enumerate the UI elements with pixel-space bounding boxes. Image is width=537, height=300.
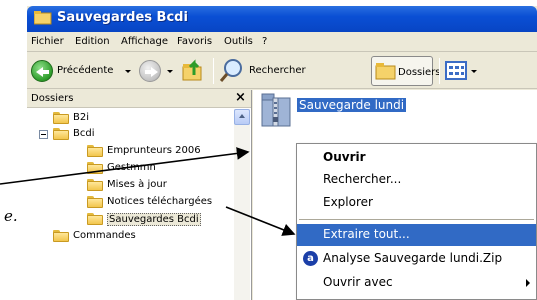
menu-item-open-with[interactable]: Ouvrir avec [297, 272, 536, 294]
chevron-down-icon[interactable] [125, 70, 131, 73]
menu-outils[interactable]: Outils [224, 36, 253, 47]
up-folder-button[interactable] [181, 57, 207, 85]
menu-affichage[interactable]: Affichage [121, 36, 168, 47]
views-button[interactable] [445, 57, 481, 85]
menu-item-label: Explorer [323, 195, 373, 209]
tree-item-label: Commandes [73, 230, 136, 241]
tree-item-label: Notices téléchargées [107, 196, 213, 207]
file-name-label[interactable]: Sauvegarde lundi [297, 98, 407, 112]
back-button[interactable]: Précédente [31, 57, 135, 85]
toolbar: Précédente Rechercher Dossiers [27, 53, 537, 89]
page-text-fragment: e. [4, 207, 18, 225]
menu-item-label: Ouvrir [323, 150, 366, 164]
menu-separator [299, 219, 534, 220]
menu-item-search[interactable]: Rechercher... [297, 169, 536, 191]
close-icon[interactable]: × [235, 90, 246, 105]
search-label: Rechercher [249, 65, 306, 76]
tree-scrollbar[interactable] [234, 109, 250, 300]
scroll-up-button[interactable] [234, 109, 250, 125]
tree-item-label: Bcdi [73, 128, 95, 139]
tree-item-label: Sauvegardes Bcdi [107, 213, 201, 226]
search-icon [219, 59, 242, 82]
toolbar-separator [439, 58, 440, 84]
menu-item-explore[interactable]: Explorer [297, 192, 536, 214]
folder-icon [53, 112, 69, 124]
folder-icon [375, 63, 396, 80]
toolbar-separator [213, 58, 214, 84]
menu-item-label: Rechercher... [323, 172, 402, 186]
zip-folder-icon[interactable] [261, 92, 293, 128]
submenu-arrow-icon [526, 279, 530, 287]
chevron-down-icon[interactable] [471, 70, 477, 73]
menu-bar: Fichier Edition Affichage Favoris Outils… [27, 32, 537, 52]
chevron-down-icon[interactable] [167, 70, 173, 73]
menu-help[interactable]: ? [262, 36, 267, 47]
folder-pane-header: Dossiers × [27, 90, 251, 108]
menu-item-label: Analyse Sauvegarde lundi.Zip [323, 251, 503, 265]
back-arrow-icon [31, 60, 53, 82]
folders-button[interactable]: Dossiers [371, 56, 441, 86]
views-icon [445, 61, 467, 80]
forward-arrow-icon [139, 60, 161, 82]
folders-label: Dossiers [398, 67, 441, 78]
folder-icon [87, 179, 103, 191]
back-label: Précédente [57, 65, 114, 76]
menu-item-extract-all[interactable]: Extraire tout... [297, 224, 536, 246]
folder-tree-pane: Dossiers × B2i Bcdi Emprunteurs 2006 Ges… [27, 90, 252, 300]
tree-item-label: Mises à jour [107, 179, 167, 190]
tree-item-label: Emprunteurs 2006 [107, 145, 201, 156]
folder-icon [87, 145, 103, 157]
folder-icon [87, 162, 103, 174]
tree-item-label: Gestmmn [107, 162, 156, 173]
menu-item-label: Extraire tout... [323, 227, 410, 241]
menu-favoris[interactable]: Favoris [177, 36, 212, 47]
folder-icon [87, 196, 103, 208]
menu-edition[interactable]: Edition [75, 36, 110, 47]
antivirus-icon: a [303, 251, 318, 266]
folder-pane-title: Dossiers [31, 93, 74, 104]
collapse-toggle[interactable] [39, 130, 48, 139]
folder-icon [53, 128, 69, 140]
forward-button[interactable] [139, 57, 175, 85]
up-folder-icon [182, 59, 202, 81]
folder-icon [53, 230, 69, 242]
menu-fichier[interactable]: Fichier [31, 36, 64, 47]
folder-icon [34, 11, 52, 25]
title-bar[interactable]: Sauvegardes Bcdi [27, 6, 537, 32]
context-menu: Ouvrir Rechercher... Explorer Extraire t… [296, 143, 537, 300]
menu-item-label: Ouvrir avec [323, 275, 393, 289]
menu-item-open[interactable]: Ouvrir [297, 147, 536, 169]
folder-icon [87, 213, 103, 225]
tree-item-label: B2i [73, 112, 90, 123]
window-title: Sauvegardes Bcdi [57, 10, 188, 25]
menu-item-scan[interactable]: a Analyse Sauvegarde lundi.Zip [297, 248, 536, 270]
search-button[interactable]: Rechercher [219, 57, 365, 85]
